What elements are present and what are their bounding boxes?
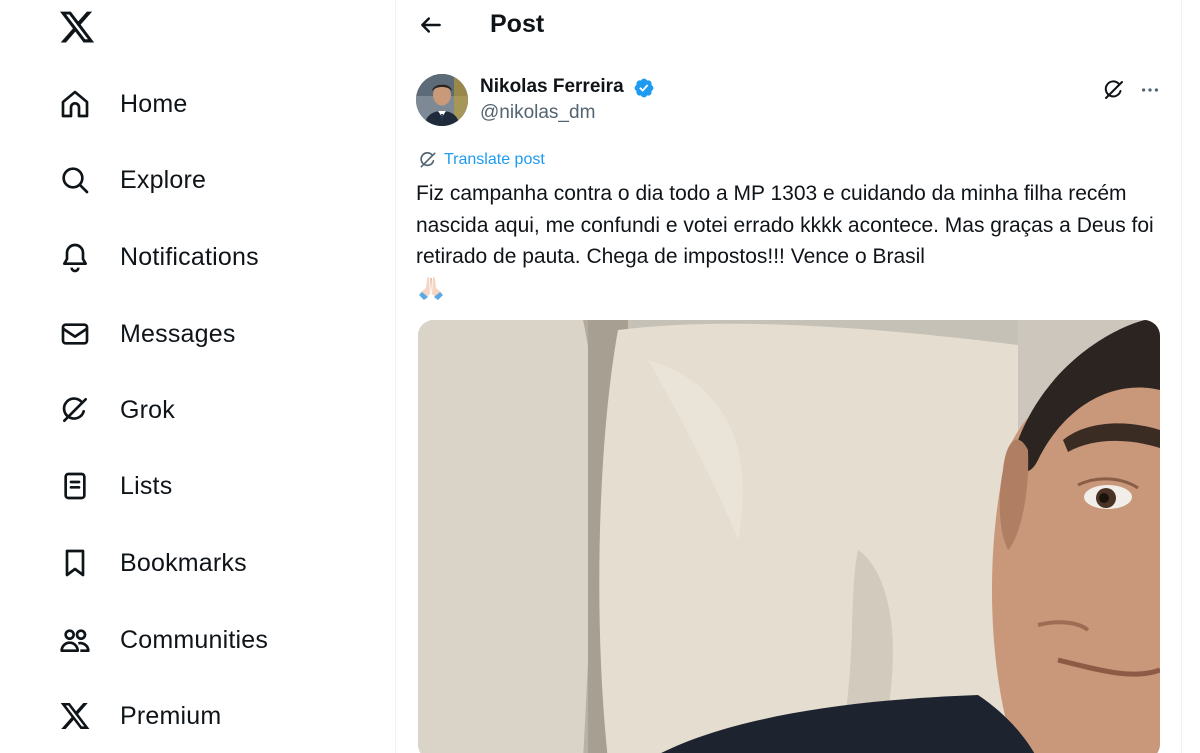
- sidebar-item-notifications[interactable]: Notifications: [58, 234, 259, 280]
- post-body: Fiz campanha contra o dia todo a MP 1303…: [416, 182, 1154, 268]
- sidebar-item-label: Lists: [120, 471, 173, 500]
- arrow-left-icon: [421, 17, 441, 33]
- author-name[interactable]: Nikolas Ferreira: [480, 76, 624, 98]
- post-text: Fiz campanha contra o dia todo a MP 1303…: [416, 178, 1166, 301]
- sidebar-item-home[interactable]: Home: [58, 81, 188, 127]
- bookmark-icon: [58, 546, 92, 580]
- list-icon: [58, 469, 92, 503]
- translate-post-link[interactable]: Translate post: [418, 150, 545, 170]
- sidebar-item-label: Bookmarks: [120, 548, 247, 577]
- selfie-photo: [418, 320, 1160, 753]
- translate-label: Translate post: [444, 151, 545, 168]
- sidebar-item-label: Messages: [120, 319, 236, 348]
- sidebar-item-grok[interactable]: Grok: [58, 387, 175, 433]
- grok-icon: [420, 152, 436, 168]
- grok-icon: [1104, 80, 1123, 99]
- more-dots-icon: [1141, 88, 1159, 92]
- verified-badge-icon: [633, 77, 655, 99]
- sidebar-item-bookmarks[interactable]: Bookmarks: [58, 540, 247, 586]
- search-icon: [58, 163, 92, 197]
- x-logo-icon: [58, 699, 92, 733]
- post-detail-column: Post Nikolas Ferreira @nikolas_dm Transl…: [396, 0, 1181, 753]
- folded-hands-emoji: [416, 273, 446, 301]
- sidebar-item-label: Premium: [120, 701, 222, 730]
- communities-icon: [58, 623, 92, 657]
- sidebar-item-premium[interactable]: Premium: [58, 693, 221, 739]
- avatar[interactable]: [416, 74, 468, 126]
- more-options-button[interactable]: [1136, 76, 1164, 104]
- sidebar-item-label: Home: [120, 89, 188, 118]
- sidebar-item-label: Notifications: [120, 242, 259, 271]
- grok-icon: [58, 393, 92, 427]
- sidebar-item-label: Communities: [120, 625, 269, 654]
- column-divider: [1181, 0, 1182, 753]
- bell-icon: [58, 240, 92, 274]
- post-image[interactable]: [418, 320, 1160, 753]
- envelope-icon: [58, 317, 92, 351]
- author-handle[interactable]: @nikolas_dm: [480, 102, 595, 124]
- sidebar-item-messages[interactable]: Messages: [58, 311, 236, 357]
- back-button[interactable]: [416, 10, 446, 40]
- home-icon: [58, 87, 92, 121]
- x-logo-icon[interactable]: [58, 8, 96, 46]
- sidebar-item-lists[interactable]: Lists: [58, 463, 172, 509]
- sidebar-item-label: Explore: [120, 165, 207, 194]
- sidebar-nav: Home Explore Notifications Messages Grok…: [0, 0, 395, 753]
- sidebar-item-communities[interactable]: Communities: [58, 617, 268, 663]
- sidebar-item-label: Grok: [120, 395, 175, 424]
- page-title: Post: [490, 10, 545, 38]
- grok-explain-button[interactable]: [1100, 76, 1128, 104]
- sidebar-item-explore[interactable]: Explore: [58, 157, 206, 203]
